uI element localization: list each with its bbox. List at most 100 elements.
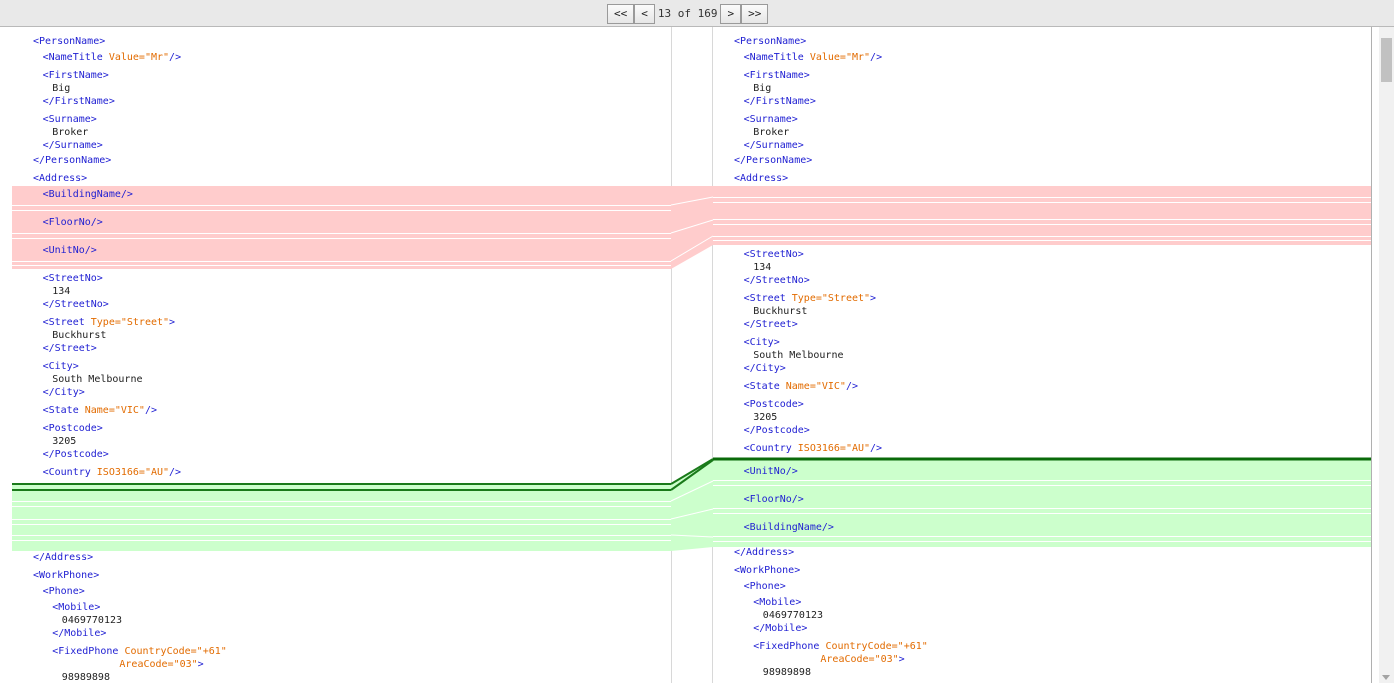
left-code-line: <WorkPhone> <box>33 569 99 582</box>
right-code-line: </Street> <box>744 318 798 331</box>
xml-tag: <PersonName> <box>734 36 807 47</box>
left-code-line: <Country ISO3166="AU"/> <box>43 466 181 479</box>
right-code-line: <Postcode> <box>744 398 804 411</box>
xml-tag: </PersonName> <box>734 155 813 166</box>
xml-tag: <City> <box>743 337 780 348</box>
xml-tag: <Street <box>42 317 91 328</box>
left-code-line: <UnitNo/> <box>43 244 97 257</box>
previous-difference-button[interactable]: < <box>634 4 655 24</box>
vertical-scrollbar[interactable] <box>1379 27 1394 683</box>
difference-counter: 13 of 169 <box>657 7 718 20</box>
xml-tag: <FloorNo/> <box>42 217 103 228</box>
xml-tag: /> <box>845 381 859 392</box>
xml-tag: <State <box>42 405 85 416</box>
right-code-line: <FixedPhone CountryCode="+61" <box>753 640 928 653</box>
right-code-line: 3205 <box>753 411 777 424</box>
xml-tag: </Surname> <box>743 140 804 151</box>
right-code-line: <FloorNo/> <box>744 493 804 506</box>
last-difference-button[interactable]: >> <box>741 4 769 24</box>
right-code-line: </PersonName> <box>734 154 812 167</box>
xml-text: Buckhurst <box>52 330 107 341</box>
left-code-line: 0469770123 <box>62 614 122 627</box>
left-code-line: Broker <box>52 126 88 139</box>
next-difference-button[interactable]: > <box>720 4 742 24</box>
right-code-line: AreaCode="03"> <box>820 653 904 666</box>
xml-attribute: AreaCode="03" <box>119 659 198 670</box>
left-code-line: </PersonName> <box>33 154 111 167</box>
xml-tag: <Surname> <box>42 114 97 125</box>
xml-attribute: ISO3166="AU" <box>96 467 170 478</box>
right-code-line: </Postcode> <box>744 424 810 437</box>
right-code-line: <Street Type="Street"> <box>744 292 876 305</box>
xml-tag: <FirstName> <box>42 70 109 81</box>
xml-tag: /> <box>144 405 158 416</box>
xml-tag: <Phone> <box>743 581 786 592</box>
diff-navigator: << < 13 of 169 > >> <box>607 4 769 24</box>
left-code-line: <NameTitle Value="Mr"/> <box>43 51 182 64</box>
xml-tag: <Phone> <box>42 586 85 597</box>
xml-tag: </Address> <box>734 547 795 558</box>
xml-tag: <WorkPhone> <box>734 565 801 576</box>
right-code-line: <State Name="VIC"/> <box>744 380 858 393</box>
xml-tag: <BuildingName/> <box>743 522 834 533</box>
left-code-line: <Surname> <box>43 113 97 126</box>
xml-tag: </Postcode> <box>42 449 109 460</box>
xml-attribute: Type="Street" <box>791 293 871 304</box>
right-code-line: <NameTitle Value="Mr"/> <box>744 51 883 64</box>
xml-tag: > <box>169 317 176 328</box>
right-code-line: <BuildingName/> <box>744 521 834 534</box>
scrollbar-thumb[interactable] <box>1381 38 1392 82</box>
xml-tag: <City> <box>42 361 79 372</box>
left-code-line: South Melbourne <box>52 373 142 386</box>
xml-tag: </Postcode> <box>743 425 810 436</box>
left-code-line: <State Name="VIC"/> <box>43 404 157 417</box>
xml-text: 0469770123 <box>762 610 824 621</box>
right-code-line: </Surname> <box>744 139 804 152</box>
right-code-line: <Country ISO3166="AU"/> <box>744 442 882 455</box>
right-code-line: </FirstName> <box>744 95 816 108</box>
left-code-line: <FloorNo/> <box>43 216 103 229</box>
xml-tag: <State <box>743 381 786 392</box>
xml-tag: <WorkPhone> <box>33 570 100 581</box>
xml-tag: <BuildingName/> <box>42 189 133 200</box>
xml-attribute: AreaCode="03" <box>820 654 899 665</box>
left-code-line: 3205 <box>52 435 76 448</box>
right-code-line: </Address> <box>734 546 794 559</box>
xml-tag: <Address> <box>33 173 88 184</box>
right-code-line: <Mobile> <box>753 596 801 609</box>
left-code-line: <Address> <box>33 172 87 185</box>
right-code-line: <Address> <box>734 172 788 185</box>
right-code-line: Buckhurst <box>753 305 807 318</box>
xml-text: 3205 <box>753 412 778 423</box>
xml-text: Buckhurst <box>753 306 808 317</box>
xml-tag: /> <box>870 52 883 63</box>
xml-attribute: CountryCode="+61" <box>825 641 928 652</box>
left-code-line: <Mobile> <box>52 601 100 614</box>
xml-tag: > <box>870 293 877 304</box>
xml-tag: </PersonName> <box>33 155 112 166</box>
xml-tag: <UnitNo/> <box>42 245 97 256</box>
xml-text: 98989898 <box>762 667 811 678</box>
xml-text: 98989898 <box>61 672 110 683</box>
right-code-line: <FirstName> <box>744 69 810 82</box>
xml-tag: <UnitNo/> <box>743 466 798 477</box>
scroll-down-arrow-icon[interactable] <box>1382 675 1390 680</box>
right-code-line: <PersonName> <box>734 35 806 48</box>
first-difference-button[interactable]: << <box>607 4 635 24</box>
xml-text: 0469770123 <box>61 615 123 626</box>
xml-tag: </FirstName> <box>743 96 816 107</box>
removed-block <box>12 186 1371 269</box>
xml-text: 134 <box>753 262 772 273</box>
left-code-line: </Mobile> <box>52 627 106 640</box>
xml-attribute: Name="VIC" <box>785 381 846 392</box>
left-code-line: <Phone> <box>43 585 85 598</box>
xml-tag: </StreetNo> <box>42 299 109 310</box>
xml-tag: > <box>898 654 905 665</box>
left-code-line: </City> <box>43 386 85 399</box>
diff-toolbar: << < 13 of 169 > >> <box>0 0 1394 27</box>
left-code-line: <FirstName> <box>43 69 109 82</box>
xml-tag: /> <box>169 52 182 63</box>
xml-text: Big <box>753 83 772 94</box>
left-code-line: </Street> <box>43 342 97 355</box>
left-code-line: <StreetNo> <box>43 272 103 285</box>
